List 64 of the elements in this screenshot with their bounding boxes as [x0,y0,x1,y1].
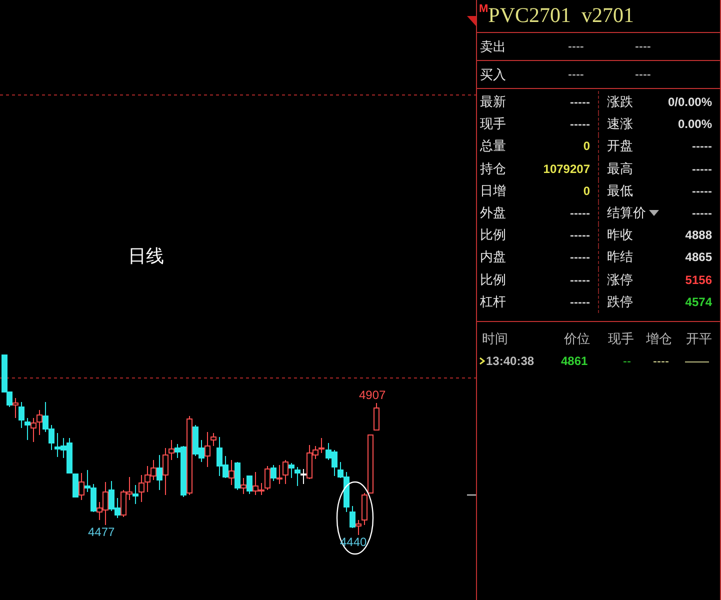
column-header: 现手 [607,330,634,348]
stat-label: 总量 [480,138,506,156]
trade-volume: -- [622,354,631,368]
stat-label: 杠杆 [480,294,506,311]
stat-value: ----- [692,206,712,220]
stat-label: 跌停 [607,294,633,311]
stat-value: ----- [570,117,590,132]
row-pointer-icon [479,356,485,365]
trade-type: —— [684,354,709,368]
column-header: 时间 [481,330,509,348]
stat-value: ----- [570,294,590,309]
stat-label: 日增 [480,182,506,200]
stat-label: 比例 [480,227,506,244]
stat-value: ----- [692,162,712,176]
stat-value: 4865 [685,250,712,264]
stat-label: 涨跌 [607,94,633,112]
stat-label: 昨结 [607,249,633,266]
stat-label: 结算价 [607,205,646,222]
stat-value: ----- [692,139,712,154]
stat-value: 5156 [685,272,712,287]
stat-value: 4888 [685,228,712,242]
stat-value: ----- [570,250,590,264]
trade-price: 4861 [561,354,589,368]
order-book-value: ---- [568,68,585,81]
stat-label: 内盘 [480,249,506,266]
stat-label: 最高 [607,160,633,178]
stat-value: 1079207 [543,162,590,176]
dropdown-caret-icon[interactable] [649,210,659,216]
stat-label: 比例 [480,272,506,289]
stat-label: 最新 [480,94,506,112]
stat-label: 涨停 [607,272,633,289]
stat-value: ----- [570,228,590,242]
stat-label: 持仓 [480,160,506,178]
stat-value: ----- [570,95,590,110]
stat-value: 0 [583,139,590,154]
chart-title: 日线 [128,246,164,267]
stat-value: ----- [570,206,590,220]
stat-value: ----- [692,184,712,198]
market-label: M [479,3,488,15]
stat-label: 开盘 [607,138,633,156]
column-header: 增仓 [645,330,672,348]
stat-label: 外盘 [480,205,506,222]
stat-value: 0.00% [678,117,712,132]
stat-label: 速涨 [607,116,633,134]
stat-label: 最低 [607,182,633,200]
order-book-value: ---- [635,40,652,53]
high-price-label: 4907 [359,388,386,402]
order-book-label: 买入 [480,66,507,84]
order-book-value: ---- [635,68,652,81]
stat-label: 现手 [480,116,506,134]
order-book-label: 卖出 [480,38,507,56]
trade-time: 13:40:38 [486,354,534,368]
corner-marker-icon [467,16,476,26]
stat-label: 昨收 [607,227,633,244]
column-header: 价位 [564,330,591,348]
low-price-label: 4477 [88,525,115,539]
stat-value: 0 [583,184,590,198]
trade-open-interest: ---- [652,354,669,368]
stat-value: ----- [570,272,590,287]
stat-value: 4574 [685,294,712,309]
column-header: 开平 [685,330,712,348]
contract-title: PVC2701 v2701 [488,3,634,28]
order-book-value: ---- [568,40,585,53]
stat-value: 0/0.00% [668,95,712,110]
